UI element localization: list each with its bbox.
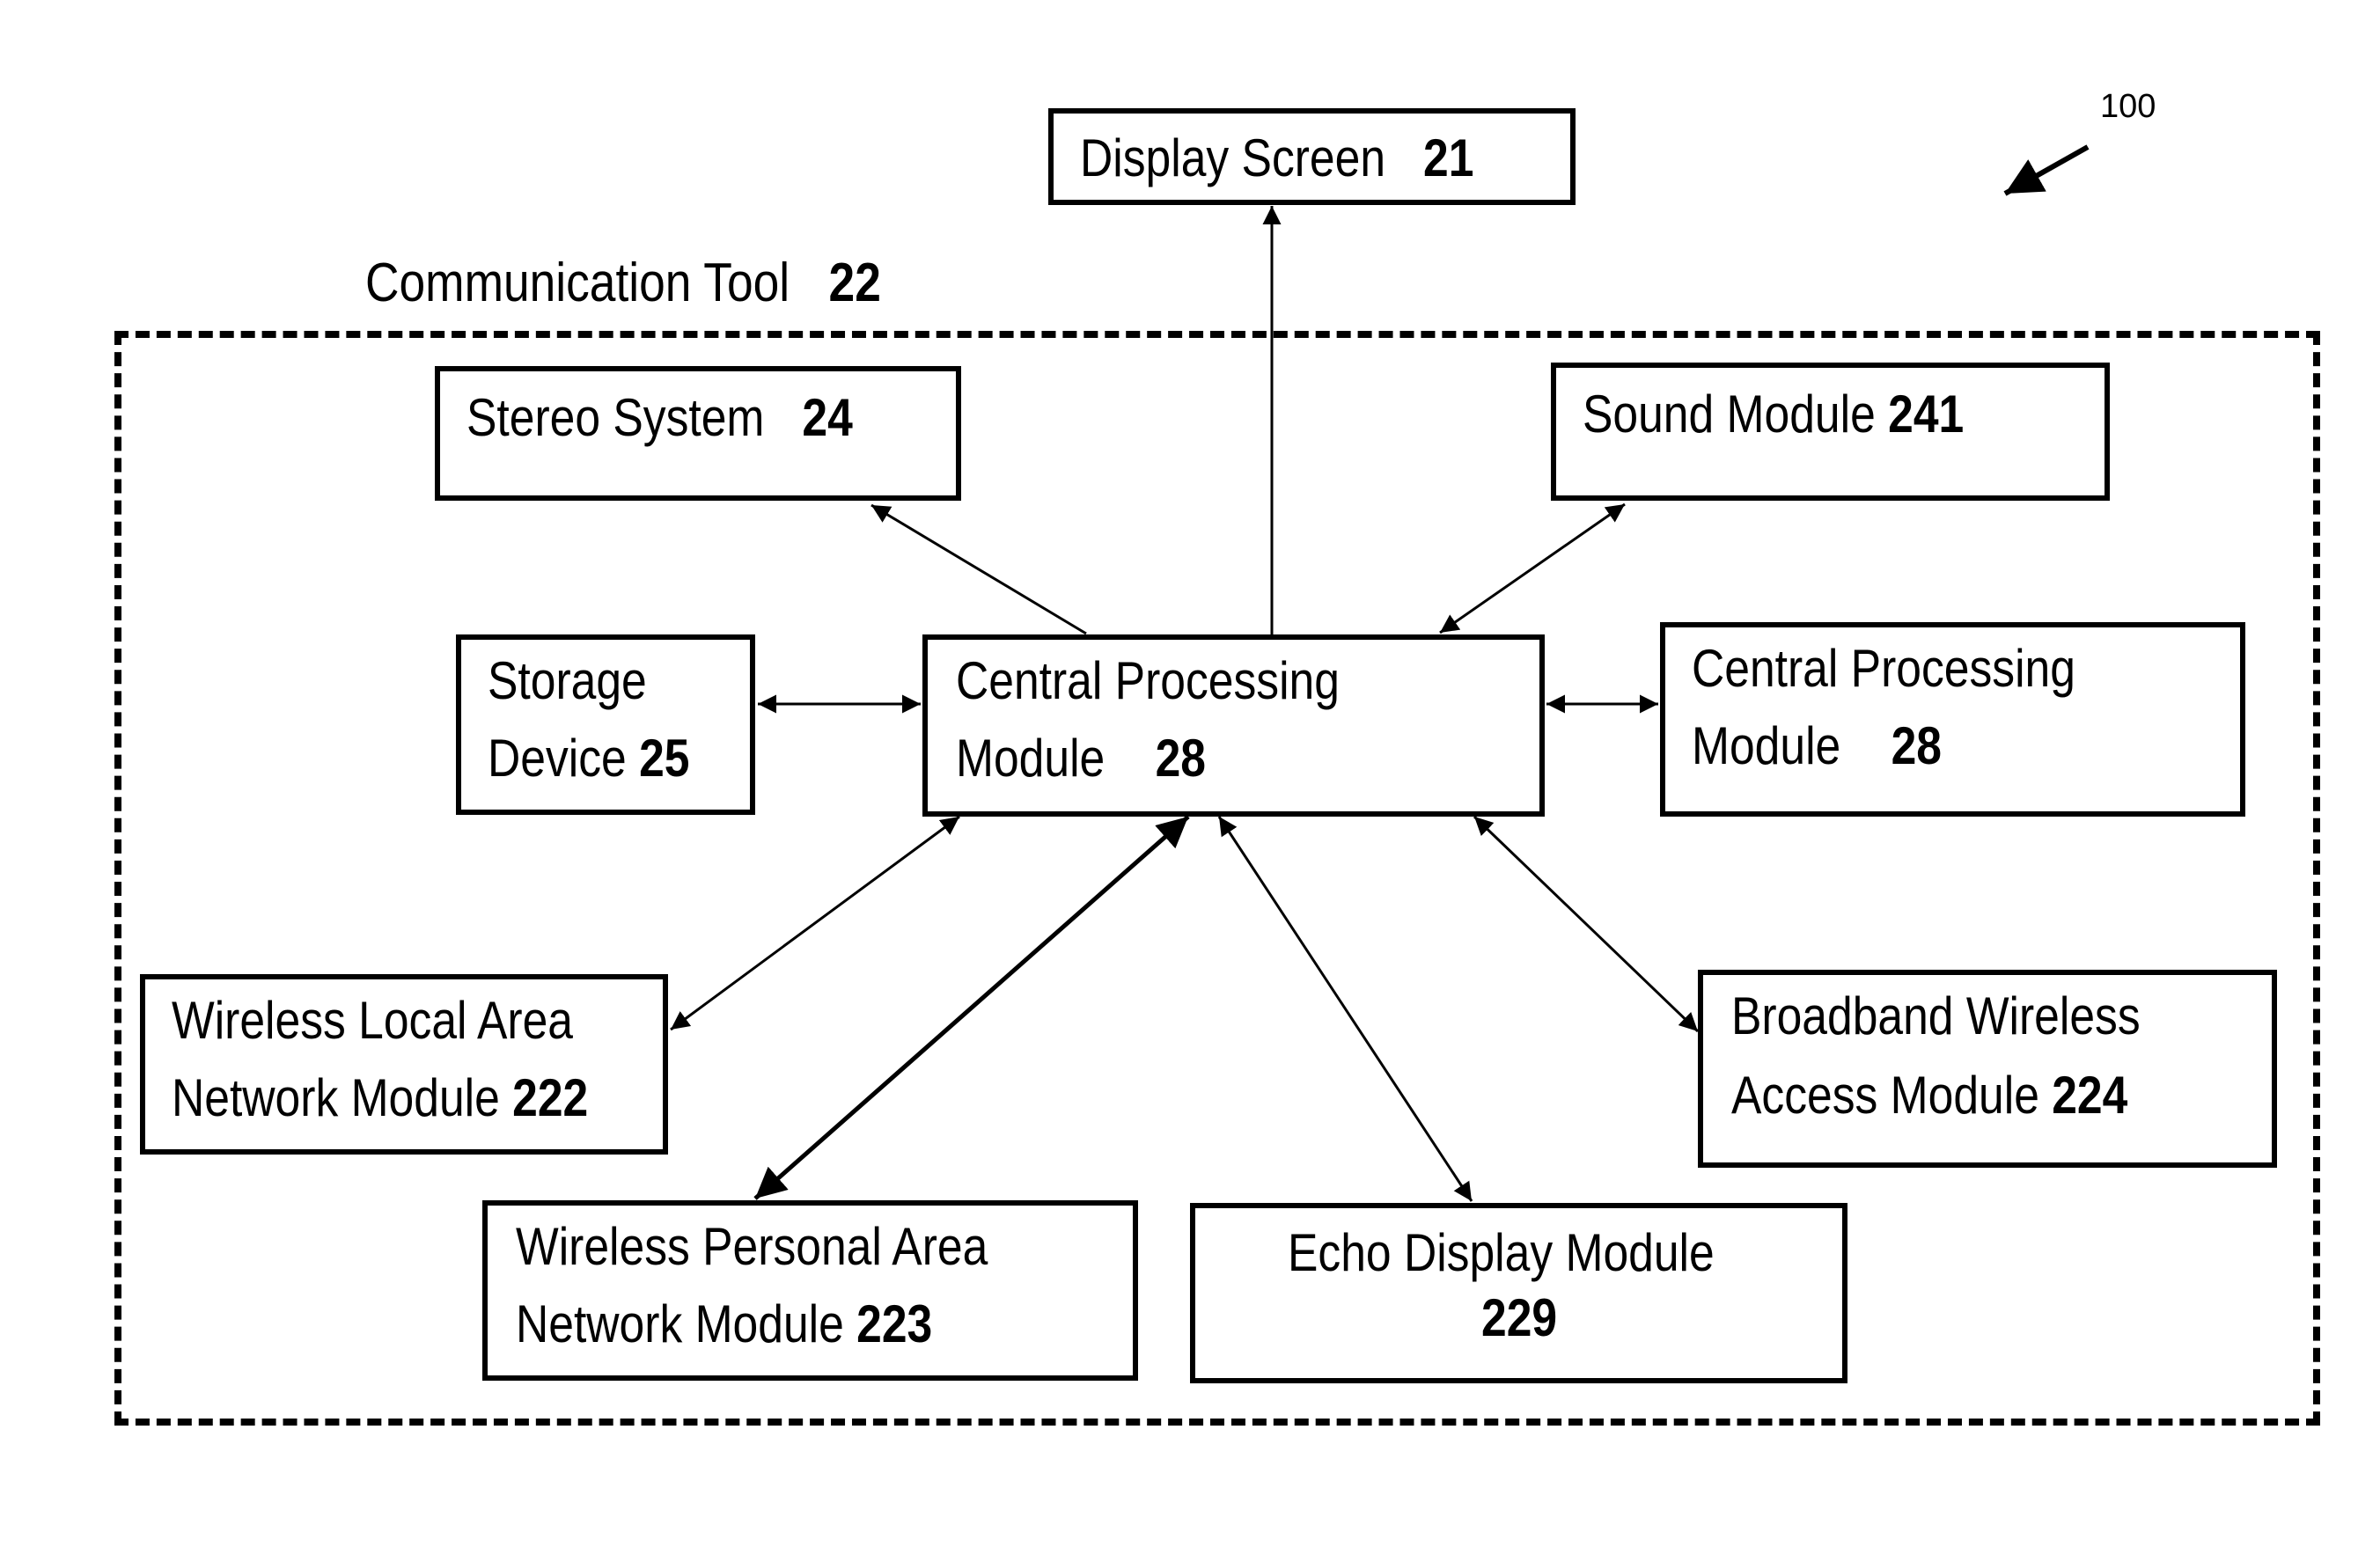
- bwa-line2: Access Module: [1731, 1066, 2039, 1125]
- wpan-line2: Network Module: [516, 1294, 844, 1353]
- cpm-center-line2: Module: [956, 729, 1106, 788]
- storage-device-box: Storage Device 25: [456, 634, 755, 815]
- display-screen-number: 21: [1423, 128, 1474, 187]
- broadband-wireless-access-box: Broadband Wireless Access Module 224: [1698, 970, 2277, 1168]
- figure-reference-arrow: [2003, 144, 2090, 196]
- wlan-line1: Wireless Local Area: [172, 991, 573, 1050]
- container-label: Communication Tool: [365, 253, 790, 313]
- wlan-module-box: Wireless Local Area Network Module 222: [140, 974, 668, 1155]
- cpm-center-number: 28: [1155, 729, 1207, 788]
- cpm-right-line1: Central Processing: [1692, 639, 2075, 698]
- sound-module-number: 241: [1888, 385, 1965, 444]
- stereo-system-box: Stereo System 24: [435, 366, 961, 501]
- display-screen-label: Display Screen: [1080, 128, 1386, 187]
- wpan-module-box: Wireless Personal Area Network Module 22…: [482, 1200, 1138, 1381]
- wpan-line1: Wireless Personal Area: [516, 1217, 988, 1276]
- echo-number: 229: [1481, 1288, 1558, 1347]
- sound-module-box: Sound Module 241: [1551, 363, 2110, 501]
- container-title: Communication Tool 22: [365, 252, 881, 314]
- echo-display-module-box: Echo Display Module 229: [1190, 1203, 1847, 1383]
- container-number: 22: [828, 253, 881, 313]
- cpm-center-line1: Central Processing: [956, 651, 1340, 710]
- stereo-system-label: Stereo System: [466, 388, 765, 447]
- storage-device-line1: Storage: [488, 651, 647, 710]
- display-screen-box: Display Screen 21: [1048, 108, 1576, 205]
- cpm-right-number: 28: [1891, 716, 1943, 775]
- storage-device-line2: Device: [488, 729, 627, 788]
- bwa-number: 224: [2052, 1066, 2128, 1125]
- figure-reference-number: 100: [2100, 88, 2156, 125]
- central-processing-module-box: Central Processing Module 28: [922, 634, 1545, 817]
- sound-module-label: Sound Module: [1583, 385, 1876, 444]
- cpm-right-line2: Module: [1692, 716, 1841, 775]
- central-processing-module-right-box: Central Processing Module 28: [1660, 622, 2245, 817]
- bwa-line1: Broadband Wireless: [1731, 986, 2141, 1045]
- wlan-line2: Network Module: [172, 1068, 500, 1127]
- wlan-number: 222: [512, 1068, 589, 1127]
- storage-device-number: 25: [639, 729, 690, 788]
- wpan-number: 223: [856, 1294, 933, 1353]
- stereo-system-number: 24: [802, 388, 853, 447]
